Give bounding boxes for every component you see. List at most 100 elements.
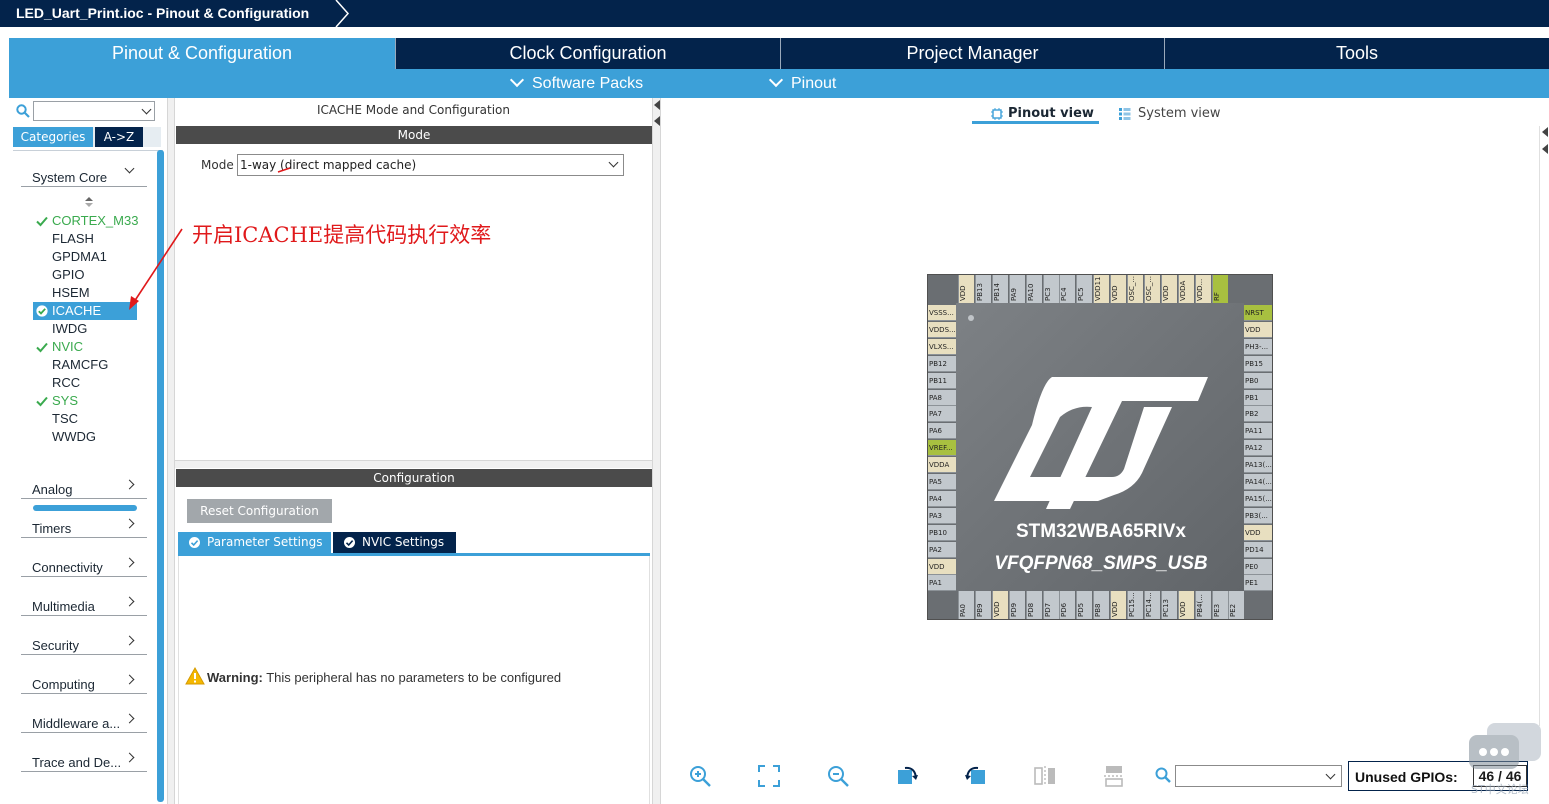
category-connectivity[interactable]: Connectivity [21, 549, 147, 577]
pin-right[interactable]: PB0 [1244, 372, 1272, 389]
pin-right[interactable]: VDD [1244, 321, 1272, 338]
pin-bottom[interactable]: PD8 [1025, 591, 1042, 619]
search-input[interactable] [33, 101, 155, 121]
pin-top[interactable]: VDD11 [1093, 275, 1110, 303]
pin-bottom[interactable]: PE2 [1228, 591, 1245, 619]
pinout-menu[interactable]: Pinout [768, 69, 836, 98]
pin-left[interactable]: VDDA [928, 457, 956, 474]
peripheral-item-gpio[interactable]: GPIO [33, 266, 137, 284]
pin-right[interactable]: PA15(... [1244, 490, 1272, 507]
chat-bubble-icon[interactable] [1467, 721, 1543, 785]
vertical-scrollbar[interactable] [157, 150, 164, 802]
pin-bottom[interactable]: VDD [991, 591, 1008, 619]
collapse-left-icon[interactable] [654, 100, 660, 110]
pin-left[interactable]: PA5 [928, 474, 956, 490]
pin-left[interactable]: VSSS... [928, 305, 956, 321]
panel-splitter[interactable] [652, 98, 661, 804]
tab-a-to-z[interactable]: A->Z [95, 127, 143, 147]
breadcrumb-file[interactable]: LED_Uart_Print.ioc - Pinout & Configurat… [0, 0, 331, 27]
pin-bottom[interactable]: VDD [1177, 591, 1194, 619]
pin-left[interactable]: VDDS... [928, 321, 956, 338]
pin-right[interactable]: PA12 [1244, 440, 1272, 457]
pin-left[interactable]: PA7 [928, 406, 956, 423]
pin-top[interactable]: PB13 [974, 275, 991, 303]
peripheral-item-sys[interactable]: SYS [33, 392, 137, 410]
category-middleware-a[interactable]: Middleware a... [21, 705, 147, 733]
pin-top[interactable]: OSC_... [1127, 275, 1143, 303]
pin-top[interactable]: VDD [1160, 275, 1177, 303]
pin-left[interactable]: VLXS... [928, 338, 956, 355]
pin-right[interactable]: PA13(... [1244, 457, 1272, 474]
tab-nvic-settings[interactable]: NVIC Settings [333, 532, 456, 553]
pin-bottom[interactable]: PD7 [1042, 591, 1059, 619]
pin-left[interactable]: PA1 [928, 575, 956, 592]
tab-pinout-configuration[interactable]: Pinout & Configuration [9, 38, 396, 69]
pin-right[interactable]: PA11 [1244, 423, 1272, 440]
zoom-in-icon[interactable] [688, 764, 712, 788]
panel-splitter[interactable] [167, 98, 175, 804]
tab-clock-configuration[interactable]: Clock Configuration [396, 38, 781, 69]
tab-project-manager[interactable]: Project Manager [781, 38, 1165, 69]
peripheral-item-gpdma1[interactable]: GPDMA1 [33, 248, 137, 266]
pin-right[interactable]: PH3-... [1244, 338, 1272, 355]
pin-right[interactable]: PA14(... [1244, 474, 1272, 490]
pin-bottom[interactable]: PC13 [1160, 591, 1177, 619]
reset-configuration-button[interactable]: Reset Configuration [187, 499, 332, 523]
peripheral-item-iwdg[interactable]: IWDG [33, 320, 137, 338]
pin-top[interactable]: VDDA [1177, 275, 1194, 303]
tab-parameter-settings[interactable]: Parameter Settings [178, 532, 331, 553]
pin-bottom[interactable]: PB4(... [1194, 591, 1211, 619]
flip-vertical-icon[interactable] [1102, 764, 1126, 788]
collapse-left-icon[interactable] [1542, 144, 1548, 154]
pin-bottom[interactable]: PC15... [1127, 591, 1143, 619]
pin-bottom[interactable]: PD6 [1059, 591, 1076, 619]
peripheral-item-cortex-m33[interactable]: CORTEX_M33 [33, 212, 138, 230]
zoom-out-icon[interactable] [826, 764, 850, 788]
pin-right[interactable]: PB1 [1244, 389, 1272, 406]
pin-search-input[interactable] [1175, 765, 1342, 787]
pin-left[interactable]: PB12 [928, 355, 956, 372]
pin-bottom[interactable]: VDD [1110, 591, 1127, 619]
pin-right[interactable]: PB2 [1244, 406, 1272, 423]
pin-top[interactable]: RF [1211, 275, 1228, 303]
search-icon[interactable] [16, 104, 30, 118]
pin-top[interactable]: PB14 [991, 275, 1008, 303]
vertical-scrollbar[interactable] [1539, 126, 1549, 726]
pin-right[interactable]: NRST [1244, 305, 1272, 321]
category-security[interactable]: Security [21, 627, 147, 655]
rotate-left-icon[interactable] [964, 764, 988, 788]
tab-tools[interactable]: Tools [1165, 38, 1549, 69]
category-system-core[interactable]: System Core [21, 159, 147, 187]
peripheral-item-flash[interactable]: FLASH [33, 230, 137, 248]
category-trace-and-de[interactable]: Trace and De... [21, 744, 147, 772]
tab-pinout-view[interactable]: Pinout view [972, 104, 1099, 124]
tab-system-view[interactable]: System view [1119, 104, 1229, 124]
peripheral-item-tsc[interactable]: TSC [33, 410, 137, 428]
collapse-left-icon[interactable] [654, 116, 660, 126]
peripheral-item-ramcfg[interactable]: RAMCFG [33, 356, 137, 374]
category-analog[interactable]: Analog [21, 471, 147, 499]
pin-top[interactable]: VDD... [1194, 275, 1211, 303]
pin-top[interactable]: PC4 [1059, 275, 1076, 303]
peripheral-item-rcc[interactable]: RCC [33, 374, 137, 392]
peripheral-item-wwdg[interactable]: WWDG [33, 428, 137, 446]
pin-top[interactable]: VDD [958, 275, 974, 303]
fit-to-screen-icon[interactable] [757, 764, 781, 788]
pin-left[interactable]: PB11 [928, 372, 956, 389]
category-timers[interactable]: Timers [21, 510, 147, 538]
tab-categories[interactable]: Categories [13, 127, 93, 147]
category-computing[interactable]: Computing [21, 666, 147, 694]
pin-top[interactable]: PC5 [1076, 275, 1093, 303]
pin-left[interactable]: VREF... [928, 440, 956, 457]
flip-horizontal-icon[interactable] [1033, 764, 1057, 788]
pin-bottom[interactable]: PD5 [1076, 591, 1093, 619]
pin-right[interactable]: PE1 [1244, 575, 1272, 592]
pin-left[interactable]: PA4 [928, 490, 956, 507]
pin-left[interactable]: PA6 [928, 423, 956, 440]
mode-select[interactable]: 1-way (direct mapped cache) [237, 154, 624, 176]
peripheral-item-icache[interactable]: ICACHE [33, 302, 137, 320]
pin-bottom[interactable]: PB9 [974, 591, 991, 619]
pin-left[interactable]: PA8 [928, 389, 956, 406]
pin-bottom[interactable]: PC14... [1143, 591, 1160, 619]
pin-top[interactable]: VDD [1110, 275, 1127, 303]
